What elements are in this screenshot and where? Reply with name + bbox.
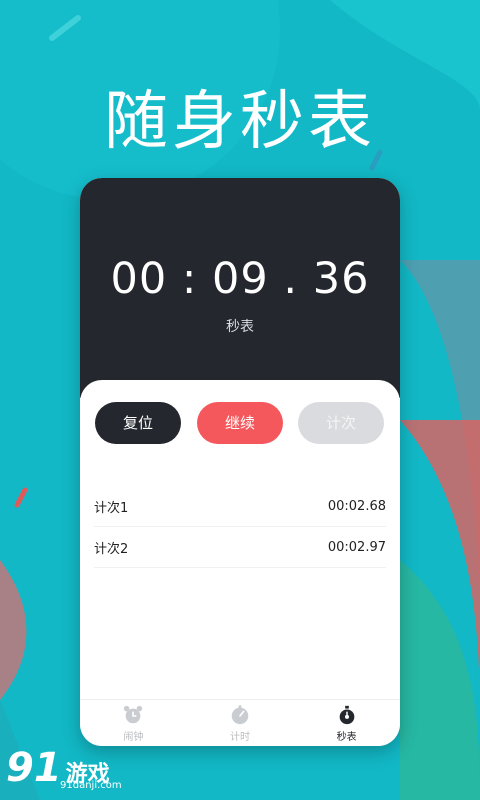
tab-timer[interactable]: 计时 — [187, 700, 294, 746]
phone-mockup: 00 : 09 . 36 秒表 复位 继续 计次 计次1 00:02.68 计次… — [80, 178, 400, 746]
lap-name: 计次1 — [94, 500, 129, 516]
reset-button[interactable]: 复位 — [95, 402, 181, 444]
watermark-number: 91 — [6, 745, 62, 791]
headline: 随身秒表 — [104, 85, 376, 159]
watermark-url: 91danji.com — [60, 780, 122, 791]
lap-list: 计次1 00:02.68 计次2 00:02.97 — [80, 486, 400, 568]
timer-display-area: 00 : 09 . 36 秒表 — [80, 178, 400, 398]
lap-row: 计次2 00:02.97 — [94, 527, 386, 568]
stopwatch-icon — [339, 705, 355, 724]
tab-label: 闹钟 — [123, 731, 144, 743]
tab-stopwatch[interactable]: 秒表 — [293, 700, 400, 746]
elapsed-time: 00 : 09 . 36 — [110, 254, 370, 304]
watermark-logo: 91 游戏 91danji.com — [6, 745, 122, 791]
tab-label: 计时 — [230, 731, 250, 743]
bottom-tab-bar: 闹钟 计时 秒表 — [80, 699, 400, 746]
lap-button[interactable]: 计次 — [298, 402, 384, 444]
alarm-clock-icon — [124, 705, 143, 723]
tab-label: 秒表 — [336, 731, 357, 743]
timer-icon — [231, 704, 249, 724]
lap-name: 计次2 — [94, 541, 129, 557]
lap-time: 00:02.97 — [327, 539, 386, 555]
control-panel: 复位 继续 计次 计次1 00:02.68 计次2 00:02.97 闹钟 计时… — [80, 380, 400, 746]
resume-button[interactable]: 继续 — [197, 402, 283, 444]
timer-label: 秒表 — [226, 319, 254, 335]
lap-row: 计次1 00:02.68 — [94, 486, 386, 527]
tab-alarm[interactable]: 闹钟 — [80, 700, 187, 746]
lap-time: 00:02.68 — [327, 498, 386, 514]
